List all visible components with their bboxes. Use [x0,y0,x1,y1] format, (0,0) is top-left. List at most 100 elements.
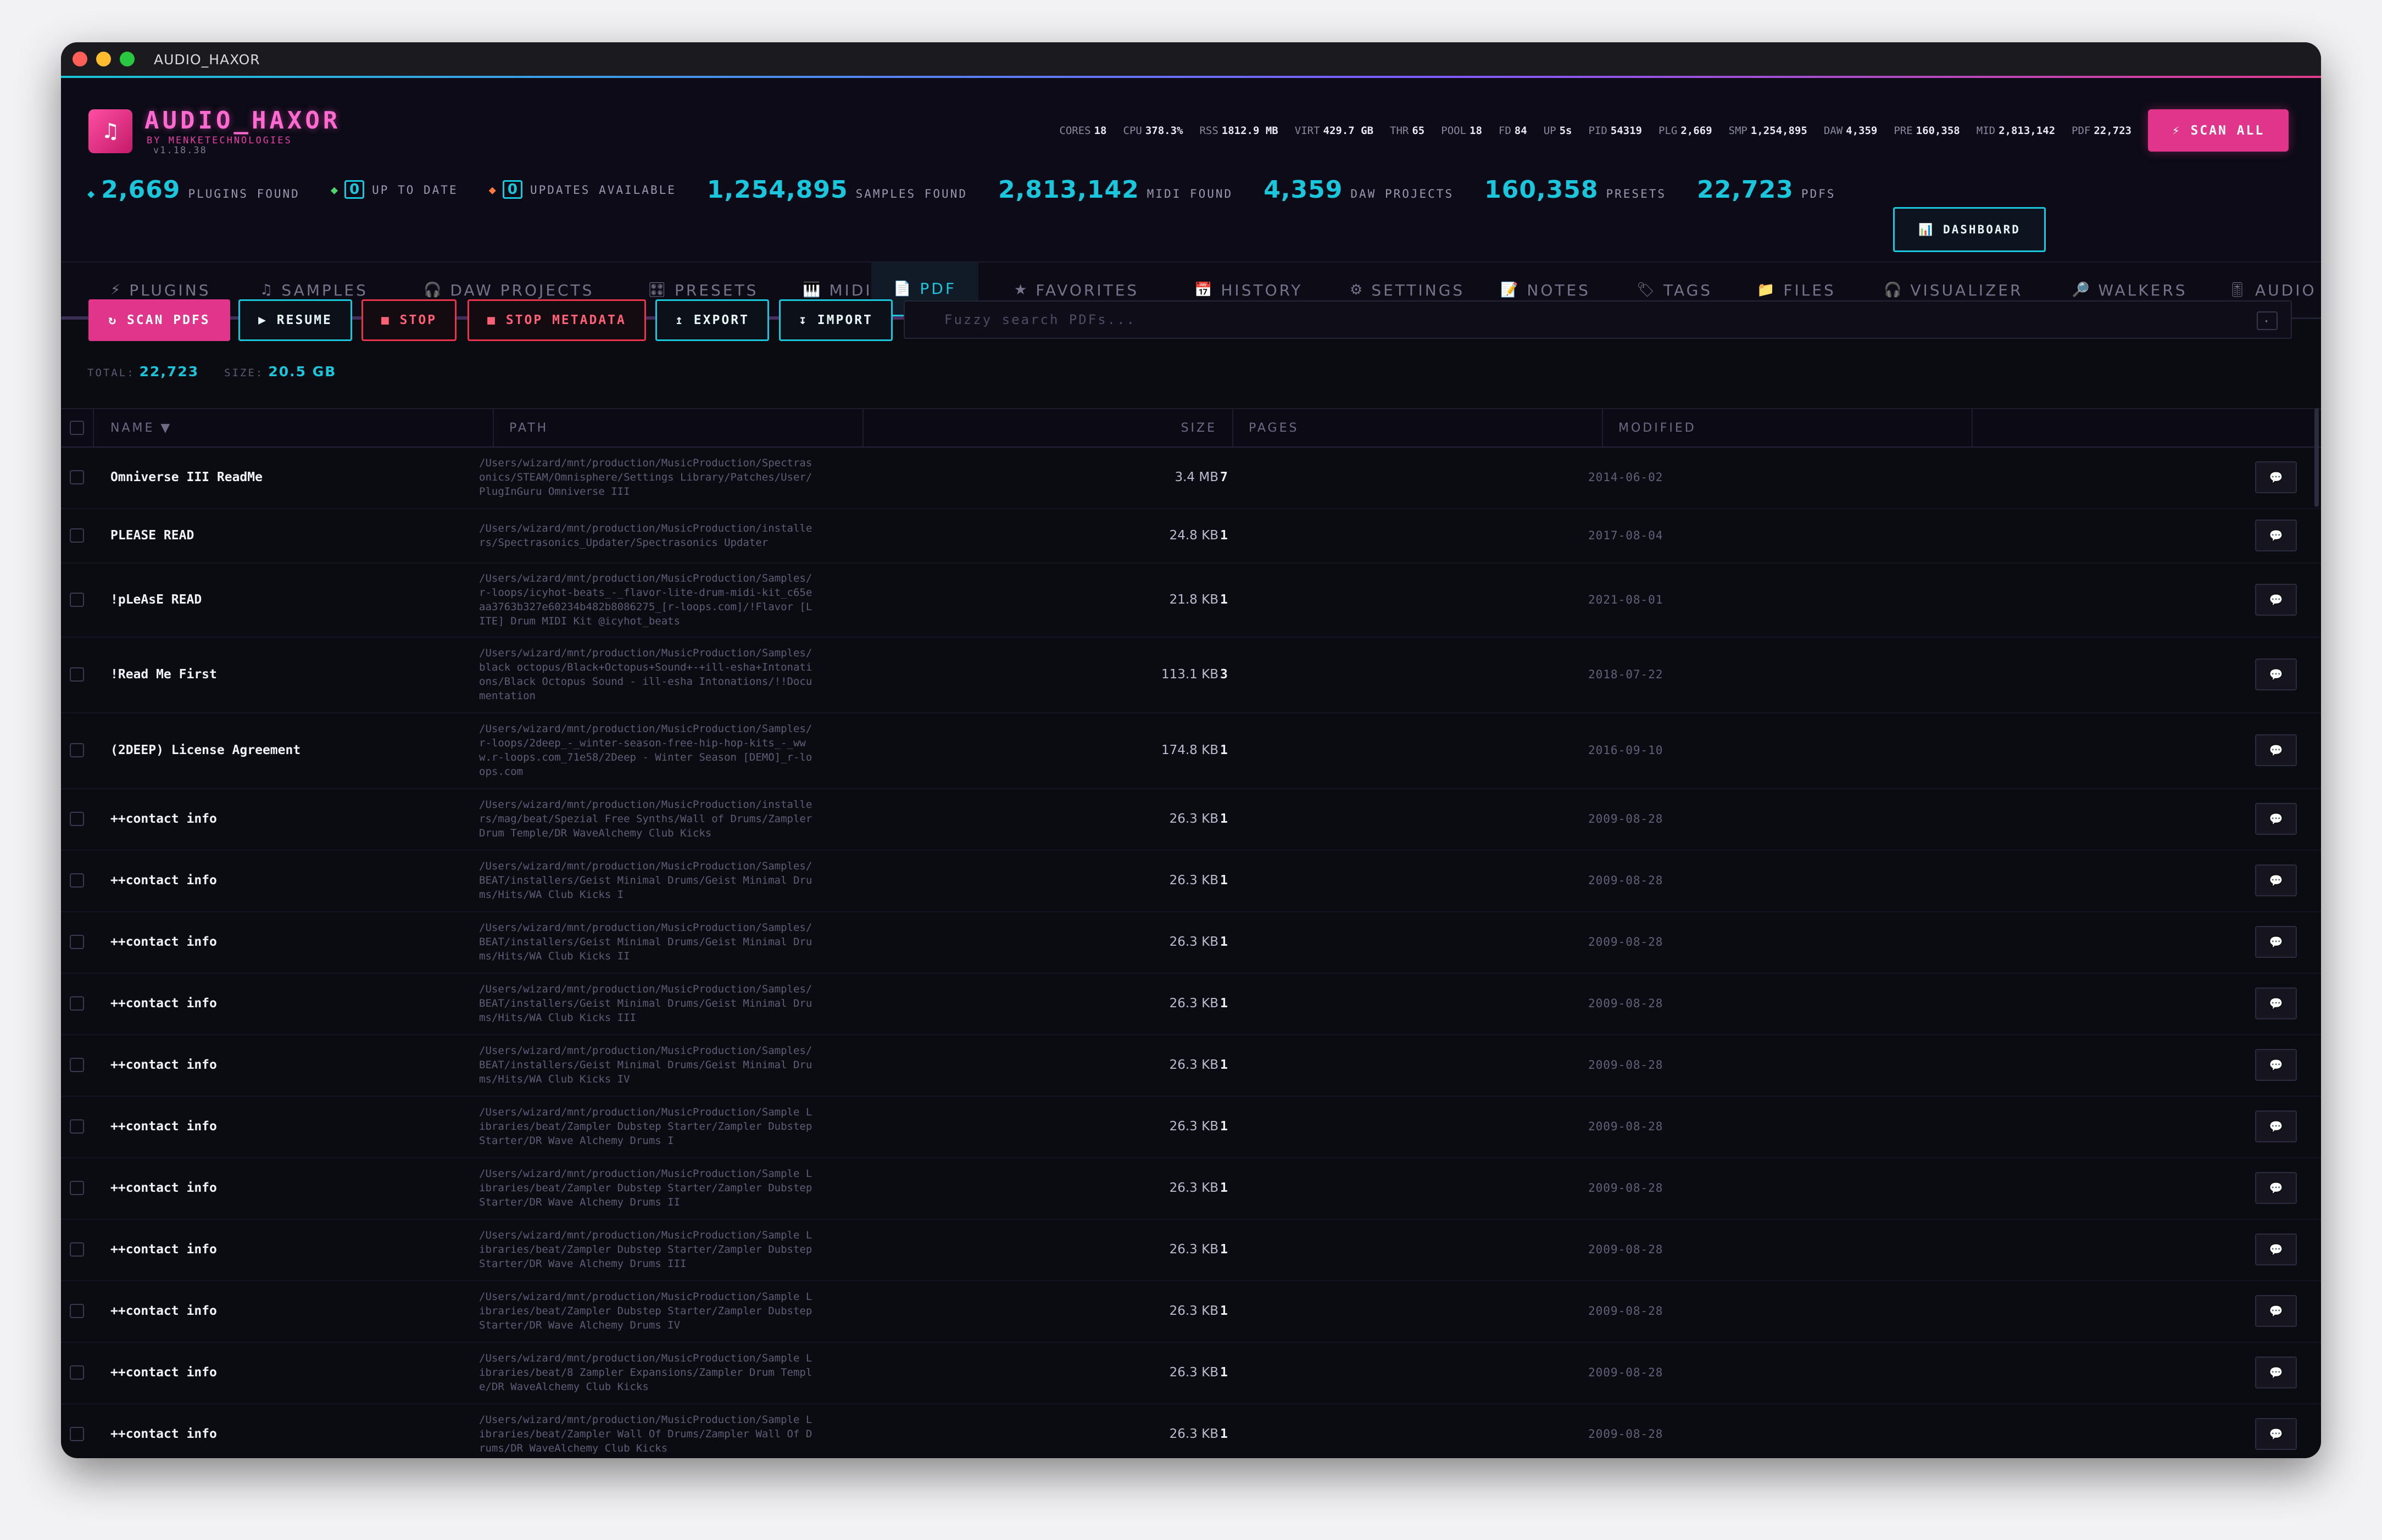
tab-label: MIDI [829,281,872,299]
pdf-size: 26.3 KB [1169,1365,1218,1380]
col-pages[interactable]: PAGES [1233,409,1603,447]
row-action-cell: 💬 [2255,1403,2299,1458]
table-row[interactable]: ++contact info/Users/wizard/mnt/producti… [61,1096,2321,1158]
sys-stat: PRE 160,358 [1894,125,1960,137]
tab-label: HISTORY [1221,281,1303,299]
sys-stat-value: 378.3% [1145,125,1183,137]
row-checkbox[interactable] [70,592,84,607]
resume-button[interactable]: ▶ RESUME [238,299,352,341]
row-checkbox[interactable] [70,1304,84,1318]
open-pdf-icon[interactable]: 💬 [2255,461,2297,493]
import-button[interactable]: ↧ IMPORT [779,299,893,341]
close-window-button[interactable] [73,52,87,66]
table-row[interactable]: ++contact info/Users/wizard/mnt/producti… [61,1034,2321,1097]
table-row[interactable]: ++contact info/Users/wizard/mnt/producti… [61,1157,2321,1220]
row-action-cell: 💬 [2255,1096,2299,1157]
row-checkbox[interactable] [70,1427,84,1441]
row-checkbox[interactable] [70,667,84,682]
app-version: v1.18.38 [153,145,207,156]
open-pdf-icon[interactable]: 💬 [2255,583,2297,616]
zoom-window-button[interactable] [120,52,135,66]
open-pdf-icon[interactable]: 💬 [2255,1172,2297,1204]
stop-button[interactable]: ■ STOP [361,299,457,341]
table-row[interactable]: ++contact info/Users/wizard/mnt/producti… [61,1342,2321,1404]
open-pdf-icon[interactable]: 💬 [2255,734,2297,766]
row-checkbox[interactable] [70,743,84,757]
open-pdf-icon[interactable]: 💬 [2255,1357,2297,1388]
row-checkbox[interactable] [70,873,84,888]
row-checkbox[interactable] [70,935,84,949]
open-pdf-icon[interactable]: 💬 [2255,803,2297,835]
row-checkbox-cell [61,1157,93,1219]
tab-icon: 🔎 [2072,282,2092,298]
row-checkbox[interactable] [70,528,84,543]
pdf-modified: 2009-08-28 [1588,935,1663,948]
row-checkbox[interactable] [70,1242,84,1257]
open-pdf-icon[interactable]: 💬 [2255,1049,2297,1081]
pdf-name: Omniverse III ReadMe [110,470,263,484]
minimize-window-button[interactable] [96,52,111,66]
sys-stat-value: 54319 [1610,125,1642,137]
table-row[interactable]: ++contact info/Users/wizard/mnt/producti… [61,1280,2321,1343]
pdf-pages: 1 [1220,1119,1228,1134]
table-row[interactable]: !Read Me First/Users/wizard/mnt/producti… [61,637,2321,713]
pdf-pages: 1 [1220,1181,1228,1195]
presets-count: 160,358 [1484,175,1599,204]
row-checkbox[interactable] [70,996,84,1011]
export-button[interactable]: ↥ EXPORT [655,299,769,341]
tab-label: SAMPLES [281,281,368,299]
path-cell: /Users/wizard/mnt/production/MusicProduc… [479,637,825,712]
updates-counter: ◆ 0 UPDATES AVAILABLE [489,180,676,199]
open-pdf-icon[interactable]: 💬 [2255,1295,2297,1327]
col-path[interactable]: PATH [494,409,864,447]
row-checkbox[interactable] [70,812,84,826]
col-size[interactable]: SIZE [864,409,1233,447]
select-all-checkbox[interactable] [70,421,84,435]
open-pdf-icon[interactable]: 💬 [2255,1418,2297,1450]
open-pdf-icon[interactable]: 💬 [2255,659,2297,690]
open-pdf-icon[interactable]: 💬 [2255,1234,2297,1265]
table-row[interactable]: ++contact info/Users/wizard/mnt/producti… [61,850,2321,912]
row-action-cell: 💬 [2255,788,2299,850]
table-row[interactable]: ++contact info/Users/wizard/mnt/producti… [61,1219,2321,1281]
pdf-path: /Users/wizard/mnt/production/MusicProduc… [479,1229,812,1270]
stop-metadata-button[interactable]: ■ STOP METADATA [468,299,646,341]
open-pdf-icon[interactable]: 💬 [2255,1111,2297,1142]
table-row[interactable]: ++contact info/Users/wizard/mnt/producti… [61,1403,2321,1458]
row-checkbox[interactable] [70,1058,84,1072]
open-pdf-icon[interactable]: 💬 [2255,926,2297,958]
row-checkbox[interactable] [70,470,84,484]
row-checkbox[interactable] [70,1119,84,1134]
table-row[interactable]: (2DEEP) License Agreement/Users/wizard/m… [61,712,2321,789]
pdf-pages: 1 [1220,1058,1228,1072]
search-options-icon[interactable]: ✦ [2257,311,2278,330]
row-checkbox-cell [61,508,93,562]
table-row[interactable]: ++contact info/Users/wizard/mnt/producti… [61,973,2321,1035]
open-pdf-icon[interactable]: 💬 [2255,864,2297,896]
table-row[interactable]: PLEASE READ/Users/wizard/mnt/production/… [61,508,2321,563]
table-row[interactable]: ++contact info/Users/wizard/mnt/producti… [61,911,2321,974]
col-name[interactable]: NAME ▼ [93,409,494,447]
open-pdf-icon[interactable]: 💬 [2255,987,2297,1019]
row-checkbox[interactable] [70,1365,84,1380]
scan-all-button[interactable]: ⚡ SCAN ALL [2148,109,2289,152]
row-checkbox-cell [61,712,93,788]
search-input[interactable]: Fuzzy search PDFs... ✦ [904,300,2292,339]
row-checkbox-cell [61,1096,93,1157]
pdf-name: ++contact info [110,1427,217,1441]
tab-label: PRESETS [675,281,759,299]
col-modified[interactable]: MODIFIED [1603,409,1973,447]
table-row[interactable]: !pLeAsE READ/Users/wizard/mnt/production… [61,562,2321,638]
scan-pdfs-button[interactable]: ↻ SCAN PDFS [88,299,230,341]
table-row[interactable]: ++contact info/Users/wizard/mnt/producti… [61,788,2321,851]
open-pdf-icon[interactable]: 💬 [2255,519,2297,551]
dashboard-button[interactable]: 📊 DASHBOARD [1893,207,2046,252]
tab-label: AUDIO [2255,281,2317,299]
row-action-cell: 💬 [2255,447,2299,508]
table-scrollbar[interactable] [2314,408,2319,507]
row-checkbox[interactable] [70,1181,84,1195]
table-row[interactable]: Omniverse III ReadMe/Users/wizard/mnt/pr… [61,447,2321,509]
plugins-label: PLUGINS FOUND [188,187,300,200]
pdf-pages: 1 [1220,873,1228,888]
row-checkbox-cell [61,1342,93,1403]
